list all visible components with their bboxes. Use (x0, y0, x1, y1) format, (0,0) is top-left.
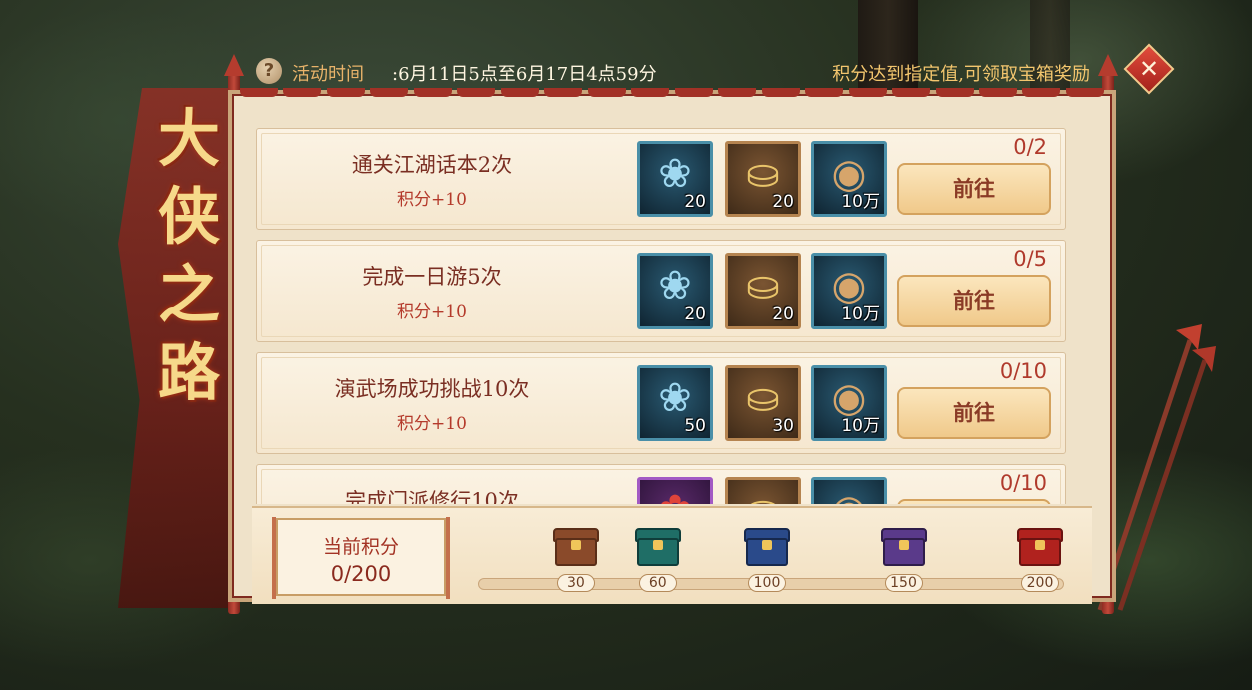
go-button[interactable]: 前往 (897, 163, 1051, 215)
reward-item[interactable]: ✿ (637, 477, 713, 504)
current-score-box: 当前积分 0/200 (272, 517, 450, 599)
panel-valance (240, 88, 1104, 98)
help-icon[interactable]: ? (256, 58, 282, 84)
copper-coin-icon: ◉ (814, 484, 884, 504)
treasure-chest-icon[interactable] (634, 524, 681, 568)
reward-item[interactable]: ◉ 10万 (811, 141, 887, 217)
reward-quantity: 20 (772, 304, 794, 324)
panel-header: ? 活动时间 :6月11日5点至6月17日4点59分 积分达到指定值,可领取宝箱… (256, 56, 1096, 88)
go-button[interactable]: 前往 (897, 387, 1051, 439)
treasure-chest-icon[interactable] (552, 524, 599, 568)
score-bar: 当前积分 0/200 30 60 100 150 200 (252, 506, 1092, 604)
task-row: 演武场成功挑战10次 积分+10 0/10 ❀ 50 ⛀ 30 ◉ 10万 前往 (256, 352, 1066, 454)
reward-hint: 积分达到指定值,可领取宝箱奖励 (832, 64, 1090, 85)
reward-item[interactable]: ◉ 10万 (811, 253, 887, 329)
treasure-chest-icon[interactable] (1017, 524, 1063, 568)
task-score: 积分+10 (397, 414, 467, 434)
task-score: 积分+10 (397, 190, 467, 210)
task-row: 完成一日游5次 积分+10 0/5 ❀ 20 ⛀ 20 ◉ 10万 前往 (256, 240, 1066, 342)
reward-item[interactable]: ❀ 50 (637, 365, 713, 441)
task-score: 积分+10 (397, 302, 467, 322)
reward-quantity: 10万 (841, 416, 880, 436)
locked-gold-ingot-icon: ⛀ (728, 484, 798, 504)
current-score-value: 0/200 (330, 562, 392, 586)
task-name: 通关江湖话本2次 (351, 153, 513, 177)
task-name: 演武场成功挑战10次 (334, 377, 530, 401)
reward-item[interactable]: ⛀ 20 (725, 141, 801, 217)
reward-item[interactable]: ◉ 10万 (811, 365, 887, 441)
task-progress: 0/10 (999, 359, 1047, 383)
reward-quantity: 10万 (841, 304, 880, 324)
current-score-label: 当前积分 (322, 536, 399, 558)
treasure-chest-icon[interactable] (744, 524, 790, 568)
chest-milestone-label: 200 (1021, 574, 1059, 592)
close-icon: ✕ (1138, 55, 1160, 83)
task-list[interactable]: 通关江湖话本2次 积分+10 0/2 ❀ 20 ⛀ 20 ◉ 10万 前往 完成一日… (256, 128, 1068, 504)
task-name: 完成门派修行10次 (345, 489, 519, 504)
go-button[interactable]: 前往 (897, 499, 1051, 504)
close-button[interactable]: ✕ (1123, 43, 1175, 95)
reward-item[interactable]: ❀ 20 (637, 141, 713, 217)
chest-milestone-label: 60 (638, 574, 677, 592)
treasure-chest-icon[interactable] (880, 524, 927, 568)
reward-quantity: 10万 (841, 192, 880, 212)
reward-item[interactable]: ❀ 20 (637, 253, 713, 329)
event-title: 大侠之路 (157, 102, 222, 409)
reward-quantity: 50 (684, 416, 706, 436)
task-row: 通关江湖话本2次 积分+10 0/2 ❀ 20 ⛀ 20 ◉ 10万 前往 (256, 128, 1066, 230)
event-time-label: 活动时间 (292, 64, 364, 85)
reward-item[interactable]: ⛀ 30 (725, 365, 801, 441)
go-button[interactable]: 前往 (897, 275, 1051, 327)
reward-quantity: 20 (772, 192, 794, 212)
right-pole-tip (1098, 54, 1118, 76)
red-knot-charm-icon: ✿ (640, 484, 710, 504)
chest-milestone-label: 150 (884, 574, 923, 592)
reward-item[interactable]: ◉ (811, 477, 887, 504)
reward-quantity: 30 (772, 416, 794, 436)
task-progress: 0/10 (999, 471, 1047, 495)
task-progress: 0/2 (1013, 135, 1047, 159)
reward-item[interactable]: ⛀ 20 (725, 253, 801, 329)
task-progress: 0/5 (1013, 247, 1047, 271)
chest-milestone-label: 100 (748, 574, 786, 592)
task-row: 完成门派修行10次 积分+10 0/10 ✿ ⛀ ◉ 前往 (256, 464, 1066, 504)
chest-milestone-label: 30 (556, 574, 595, 592)
reward-item[interactable]: ⛀ (725, 477, 801, 504)
reward-quantity: 20 (684, 304, 706, 324)
event-time-value: :6月11日5点至6月17日4点59分 (392, 64, 657, 85)
left-pole-tip (224, 54, 244, 76)
task-name: 完成一日游5次 (362, 265, 502, 289)
reward-quantity: 20 (684, 192, 706, 212)
